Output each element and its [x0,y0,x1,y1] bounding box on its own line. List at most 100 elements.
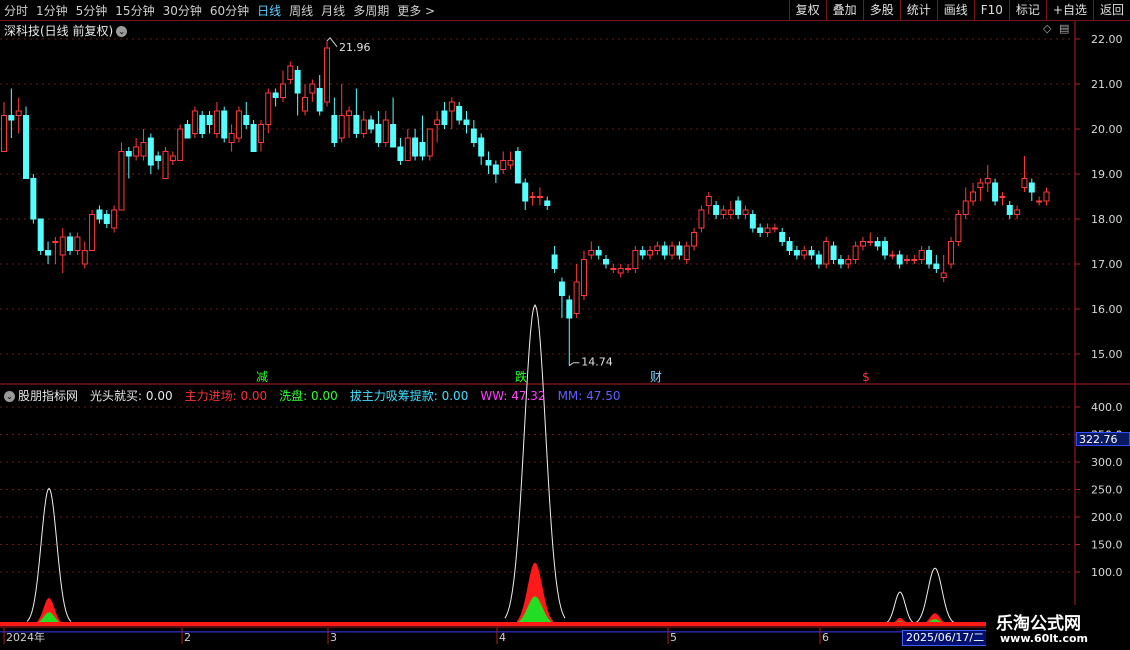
candle-body [272,92,279,98]
candle-body [558,281,565,296]
candle-body [279,83,286,98]
candle-body [720,209,727,215]
candle-body [683,245,690,260]
candle-body [206,115,213,125]
candle-body [346,110,353,116]
indicator-values: 光头就买: 0.00 主力进场: 0.00 洗盘: 0.00 拔主力吸筹提款: 0.0… [84,389,626,403]
candle-body [639,250,646,256]
indicator-value-marker: 322.76 [1076,432,1130,446]
candle-body [837,259,844,265]
candle-body [133,146,140,157]
chart-settings-icon[interactable]: ▤ [1059,22,1069,35]
indicator-tick-label: 150.0 [1091,539,1123,552]
candle-body [448,101,455,112]
candle-body [1021,178,1028,188]
candle-body [992,182,999,202]
candle-body [404,137,411,161]
top-toolbar: 分时 1分钟 5分钟 15分钟 30分钟 60分钟 日线 周线 月线 多周期 更多 > 复权 叠加 多股… [0,0,1130,21]
candle-body [595,250,602,256]
candle-body [302,97,308,112]
candle-body [926,250,933,265]
chevron-down-icon[interactable]: ⌄ [116,26,128,37]
chart-corner-icons: ◇ ▤ [1043,22,1069,35]
candle-body [294,70,301,94]
period-tab[interactable]: 月线 [321,2,345,19]
candle-body [793,250,800,256]
indicator-value: WW: 47.32 [480,389,546,403]
period-tab[interactable]: 1分钟 [36,2,68,19]
candle-body [155,155,162,161]
candle-body [360,119,367,134]
toolbar-button[interactable]: 多股 [862,0,900,20]
candle-body [287,65,294,80]
period-tab[interactable]: 5分钟 [76,2,108,19]
toolbar-button[interactable]: 统计 [899,0,937,20]
candle-body [45,250,52,256]
candle-body [177,128,184,161]
indicator-value: 洗盘: 0.00 [279,389,338,403]
candle-body [676,245,683,256]
candle-body [30,178,37,220]
chevron-down-icon[interactable]: ⌄ [4,391,15,402]
candle-body [698,209,705,229]
candle-body [984,178,991,184]
period-tab[interactable]: 30分钟 [163,2,202,19]
toolbar-button[interactable]: 叠加 [825,0,863,20]
period-tab[interactable]: 60分钟 [210,2,249,19]
toolbar-button[interactable]: 返回 [1092,0,1130,20]
candle-body [199,115,206,134]
period-tab[interactable]: 日线 [257,2,281,19]
candle-body [691,232,698,247]
price-tick-label: 15.00 [1091,348,1123,361]
candle-body [823,241,830,265]
candle-body [96,209,103,220]
time-tick-label: 6 [822,631,829,644]
candle-body [874,241,881,247]
candle-body [37,218,44,251]
period-tab[interactable]: 15分钟 [115,2,154,19]
candle-body [243,115,250,125]
price-tick-label: 21.00 [1091,78,1123,91]
candle-body [470,128,477,143]
low-pointer [568,362,580,367]
candle-body [67,236,74,251]
diamond-icon[interactable]: ◇ [1043,22,1051,35]
toolbar-button[interactable]: F10 [973,0,1009,20]
time-tick-label: 5 [670,631,677,644]
candle-body [654,245,661,251]
period-tab[interactable]: 更多 > [397,2,435,19]
toolbar-button[interactable]: +自选 [1045,0,1093,20]
candle-body [786,241,793,251]
candle-body [580,259,587,296]
toolbar-button[interactable]: 标记 [1008,0,1046,20]
candle-body [735,200,742,215]
toolbar-button[interactable]: 画线 [936,0,974,20]
candle-body [125,151,132,157]
candle-body [625,268,632,270]
candle-body [492,164,499,175]
indicator-legend: ⌄ 股朋指标网 光头就买: 0.00 主力进场: 0.00 洗盘: 0.00 拔主力吸筹提… [4,387,633,404]
candle-body [463,119,470,125]
period-tab[interactable]: 多周期 [353,2,389,19]
period-tab[interactable]: 分时 [4,2,28,19]
period-tab[interactable]: 周线 [289,2,313,19]
candle-body [316,88,323,112]
toolbar-button[interactable]: 复权 [788,0,826,20]
main-chart[interactable]: 22.00 21.00 20.00 19.00 18.00 17.00 16.00 15.00… [0,0,1130,650]
candle-body [669,245,676,256]
candle-body [390,124,397,148]
indicator-name[interactable]: 股朋指标网 [18,389,78,403]
candle-body [940,272,947,278]
candle-body [757,227,764,233]
candle-body [573,281,580,314]
candle-body [815,254,822,265]
price-tick-label: 20.00 [1091,123,1123,136]
candle-body [610,268,617,270]
candle-body [911,259,918,261]
time-tick-label: 2024年 [6,630,45,644]
candle-body [478,137,485,157]
candle-body [903,259,910,261]
candle-body [15,110,22,116]
candle-body [632,250,639,269]
candle-body [169,155,176,161]
